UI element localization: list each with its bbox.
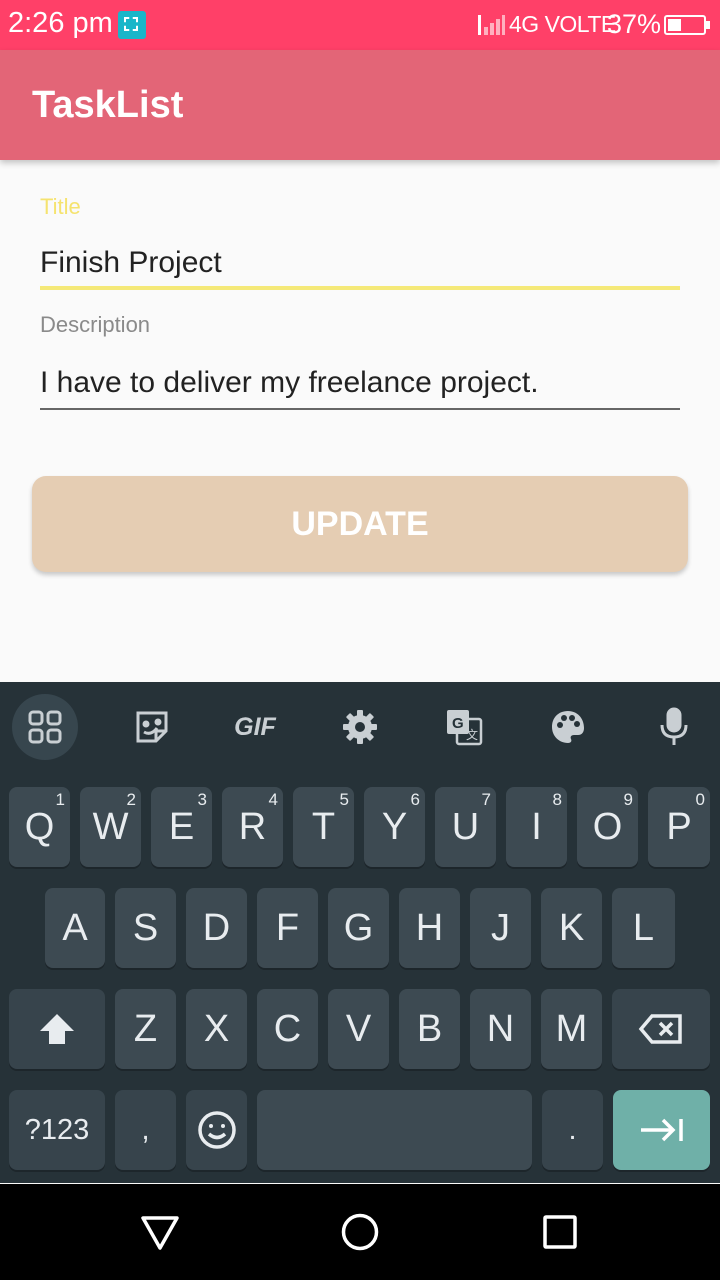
key-hint: 7	[481, 790, 491, 809]
next-key[interactable]	[613, 1090, 710, 1170]
key-w[interactable]: W2	[80, 787, 141, 867]
screenshot-icon	[118, 11, 146, 39]
key-label: O	[592, 805, 623, 848]
key-label: Y	[381, 805, 408, 848]
keyboard: GIF G 文 Q 1 W 2 E 3 R 4 T 5 Y 6 U 7 I 8 …	[0, 682, 720, 1183]
home-icon[interactable]	[340, 1212, 380, 1252]
title-label: Title	[40, 194, 81, 219]
battery-icon	[664, 15, 710, 35]
key-hint: 2	[126, 790, 136, 809]
navigation-bar	[0, 1184, 720, 1280]
gif-label: GIF	[234, 712, 276, 741]
title-input[interactable]	[40, 240, 680, 290]
battery-percent: 37%	[607, 9, 662, 39]
key-u[interactable]: U7	[435, 787, 496, 867]
key-o[interactable]: O9	[577, 787, 638, 867]
key-hint: 6	[410, 790, 420, 809]
recents-icon[interactable]	[540, 1212, 580, 1252]
key-c[interactable]: C	[257, 989, 318, 1069]
key-m[interactable]: M	[541, 989, 602, 1069]
key-hint: 3	[197, 790, 207, 809]
key-label: W	[92, 805, 129, 848]
key-hint: 8	[552, 790, 562, 809]
key-hint: 9	[623, 790, 633, 809]
svg-text:文: 文	[466, 727, 478, 742]
backspace-key[interactable]	[612, 989, 710, 1069]
network-type: 4G VOLTE	[509, 11, 616, 37]
mic-icon[interactable]	[641, 694, 707, 760]
app-title: TaskList	[32, 84, 184, 126]
description-label: Description	[40, 312, 151, 337]
key-e[interactable]: E3	[151, 787, 212, 867]
key-label: Q	[24, 805, 55, 848]
key-y[interactable]: Y6	[364, 787, 425, 867]
backspace-icon	[638, 1014, 682, 1044]
key-label: R	[238, 805, 267, 848]
status-time: 2:26 pm	[8, 7, 113, 39]
key-j[interactable]: J	[470, 888, 531, 968]
key-q[interactable]: Q1	[9, 787, 70, 867]
status-bar: 2:26 pm 4G VOLTE 37%	[0, 0, 720, 50]
sticker-icon[interactable]	[119, 694, 185, 760]
key-d[interactable]: D	[186, 888, 247, 968]
key-label: U	[451, 805, 480, 848]
shift-icon	[40, 1014, 74, 1044]
key-r[interactable]: R4	[222, 787, 283, 867]
space-key[interactable]	[257, 1090, 532, 1170]
key-s[interactable]: S	[115, 888, 176, 968]
key-label: E	[168, 805, 195, 848]
comma-key[interactable]: ,	[115, 1090, 176, 1170]
back-icon[interactable]	[140, 1212, 180, 1252]
key-n[interactable]: N	[470, 989, 531, 1069]
key-label: P	[666, 805, 692, 848]
key-a[interactable]: A	[45, 888, 105, 968]
key-z[interactable]: Z	[115, 989, 176, 1069]
key-label: I	[531, 805, 542, 848]
app-bar: TaskList	[0, 50, 720, 160]
key-hint: 1	[55, 790, 65, 809]
key-hint: 5	[339, 790, 349, 809]
key-t[interactable]: T5	[293, 787, 354, 867]
tab-next-icon	[640, 1118, 683, 1142]
svg-text:G: G	[452, 715, 464, 732]
translate-icon[interactable]: G 文	[431, 694, 497, 760]
shift-key[interactable]	[9, 989, 105, 1069]
key-v[interactable]: V	[328, 989, 389, 1069]
apps-icon[interactable]	[12, 694, 78, 760]
key-label: T	[311, 805, 336, 848]
key-l[interactable]: L	[612, 888, 675, 968]
key-hint: 4	[268, 790, 278, 809]
palette-icon[interactable]	[535, 694, 601, 760]
gif-button[interactable]: GIF	[222, 694, 288, 760]
key-b[interactable]: B	[399, 989, 460, 1069]
symbols-key[interactable]: ?123	[9, 1090, 105, 1170]
emoji-key[interactable]	[186, 1090, 247, 1170]
update-button[interactable]: UPDATE	[32, 476, 688, 572]
signal-icon	[478, 15, 505, 35]
key-p[interactable]: P0	[648, 787, 710, 867]
key-hint: 0	[695, 790, 705, 809]
key-f[interactable]: F	[257, 888, 318, 968]
key-h[interactable]: H	[399, 888, 460, 968]
emoji-icon	[197, 1111, 236, 1149]
key-x[interactable]: X	[186, 989, 247, 1069]
key-g[interactable]: G	[328, 888, 389, 968]
description-input[interactable]	[40, 358, 680, 410]
key-i[interactable]: I8	[506, 787, 567, 867]
key-k[interactable]: K	[541, 888, 602, 968]
period-key[interactable]: .	[542, 1090, 603, 1170]
settings-icon[interactable]	[327, 694, 393, 760]
